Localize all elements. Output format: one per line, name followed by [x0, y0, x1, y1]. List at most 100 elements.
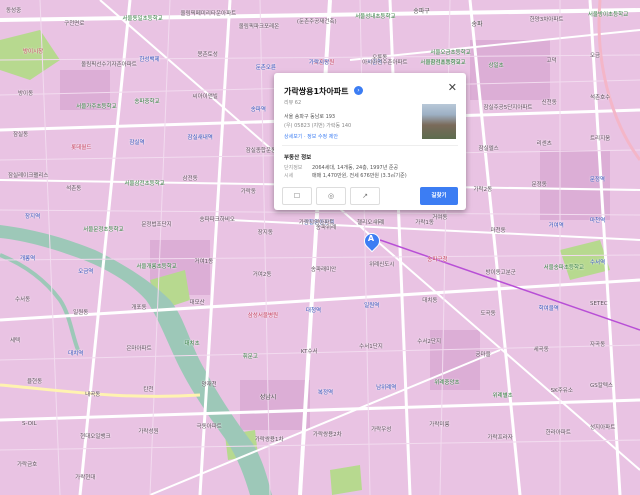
map-label[interactable]: 문정법조단지 — [141, 222, 171, 228]
map-label[interactable]: 장지역 — [25, 214, 40, 220]
map-label[interactable]: 잠실동 — [13, 132, 28, 138]
roadview-icon[interactable]: ◎ — [316, 187, 346, 205]
map-label[interactable]: SETEC — [590, 301, 608, 307]
map-label[interactable]: 위례 — [374, 220, 384, 226]
map-label[interactable]: 씨아이앤빌 — [193, 94, 218, 100]
place-title[interactable]: 가락쌍용1차아파트 — [284, 86, 348, 97]
map-label[interactable]: 서울성내초등학교 — [355, 14, 395, 20]
map-label[interactable]: S-OIL — [22, 421, 37, 427]
map-label[interactable]: 수서동 — [15, 297, 30, 303]
bookmark-icon[interactable]: ☐ — [282, 187, 312, 205]
map-label[interactable]: 석촌호수 — [590, 95, 610, 101]
map-label[interactable]: 방이동고분군 — [485, 270, 515, 276]
map-label[interactable]: 가락프라자 — [487, 435, 512, 441]
map-label[interactable]: 잠실레이크팰리스 — [8, 173, 48, 179]
map-label[interactable]: 잠실엘스 — [478, 146, 498, 152]
map-label[interactable]: 방이시장 — [23, 49, 43, 55]
map-label[interactable]: 수서1단지 — [359, 344, 383, 350]
map-label[interactable]: 거여2동 — [253, 272, 272, 278]
map-label[interactable]: 수서2단지 — [417, 339, 441, 345]
map-label[interactable]: 상일초 — [488, 63, 503, 69]
map-label[interactable]: 신천동 — [542, 100, 557, 106]
map-label[interactable]: 가락동 — [241, 189, 256, 195]
map-label[interactable]: 휘문고 — [243, 354, 258, 360]
map-label[interactable]: 세텍 — [10, 338, 20, 344]
map-label[interactable]: 잠실새내역 — [188, 135, 213, 141]
map-label[interactable]: 한양3차아파트 — [530, 17, 564, 23]
map-label[interactable]: 동성중 — [6, 8, 21, 14]
detail-links[interactable]: 상세보기 · 정보 수정 제안 — [284, 133, 338, 140]
map-label[interactable]: 성지아파트 — [590, 425, 615, 431]
map-label[interactable]: 극동아파트 — [197, 424, 222, 430]
map-label[interactable]: 트리지움 — [590, 136, 610, 142]
map-label[interactable]: 대청역 — [306, 308, 321, 314]
map-label[interactable]: 석촌동 — [66, 186, 81, 192]
map-label[interactable]: 서울문정초등학교 — [83, 227, 123, 233]
map-label[interactable]: 가락금호 — [17, 462, 37, 468]
arrow-right-icon[interactable]: › — [354, 86, 363, 95]
map-label[interactable]: 서울개롱초등학교 — [136, 264, 176, 270]
map-label[interactable]: 은마아파트 — [126, 346, 151, 352]
map-label[interactable]: 리센츠 — [537, 141, 552, 147]
map-label[interactable]: 방이동 — [18, 91, 33, 97]
map-label[interactable]: KT수서 — [301, 349, 318, 355]
map-label[interactable]: 학여울역 — [539, 306, 559, 312]
map-label[interactable]: 대치역 — [68, 351, 83, 357]
map-label[interactable]: 개포동 — [131, 305, 146, 311]
map-label[interactable]: 양재천 — [202, 382, 217, 388]
map-label[interactable]: 송파역 — [251, 107, 266, 113]
map-label[interactable]: (둔촌주공재건축) — [297, 19, 337, 25]
map-label[interactable]: 서울잠전초등학교 — [420, 60, 460, 66]
map-label[interactable]: 올림픽페미리타운아파트 — [181, 11, 237, 17]
map-label[interactable]: 삼전동 — [183, 176, 198, 182]
map-label[interactable]: 송파구청 — [427, 257, 447, 263]
map-label[interactable]: 복정역 — [318, 390, 333, 396]
map-label[interactable]: 율현동 — [27, 379, 42, 385]
map-label[interactable]: 서울동일초등학교 — [122, 16, 162, 22]
map-label[interactable]: 오금역 — [78, 269, 93, 275]
map-label[interactable]: 구천면로 — [64, 21, 84, 27]
map-label[interactable]: 도곡동 — [480, 311, 495, 317]
map-label[interactable]: 개롱역 — [20, 256, 35, 262]
map-label[interactable]: 가락2동 — [473, 187, 492, 193]
map-label[interactable]: 가락쌍용2차 — [313, 432, 342, 438]
map-label[interactable]: 서울방이초등학교 — [588, 12, 628, 18]
map-label[interactable]: 수서역 — [590, 260, 605, 266]
map-label[interactable]: 송파래미안 — [311, 267, 336, 273]
share-icon[interactable]: ↗ — [350, 187, 380, 205]
map-label[interactable]: 일원동 — [73, 310, 88, 316]
map-label[interactable]: 남위례역 — [376, 385, 396, 391]
map-label[interactable]: 가락성원 — [138, 429, 158, 435]
map-label[interactable]: 삼성서울병원 — [248, 313, 278, 319]
map-label[interactable]: 마천역 — [590, 218, 605, 224]
map-label[interactable]: 오금 — [590, 53, 600, 59]
map-label[interactable]: 한라아파트 — [546, 430, 571, 436]
map-label[interactable]: 잠실주공5단지아파트 — [483, 105, 532, 111]
map-label[interactable]: 서울삼전초등학교 — [124, 181, 164, 187]
map-label[interactable]: 내곡동 — [85, 392, 100, 398]
map-label[interactable]: 아시아선수촌아파트 — [362, 60, 408, 66]
route-button[interactable]: 길찾기 — [420, 187, 458, 205]
map-label[interactable]: 문정역 — [590, 177, 605, 183]
map-label[interactable]: 위례신도시 — [369, 262, 394, 268]
map-label[interactable]: 고덕 — [547, 58, 557, 64]
map-label[interactable]: 가락쌍용1차 — [255, 437, 284, 443]
map-label[interactable]: 올림픽파크포레온 — [239, 24, 279, 30]
map-label[interactable]: 성남시 — [260, 395, 277, 401]
map-label[interactable]: 가락현대 — [75, 475, 95, 481]
map-label[interactable]: 일원역 — [364, 303, 379, 309]
map-label[interactable]: 서울송파초등학교 — [544, 265, 584, 271]
map-label[interactable]: 대치초 — [185, 341, 200, 347]
map-label[interactable]: 위례별초 — [492, 393, 512, 399]
map-label[interactable]: 현대오일뱅크 — [80, 434, 110, 440]
review-count[interactable]: 리뷰 62 — [284, 99, 301, 106]
map-label[interactable]: 잠실역 — [129, 140, 144, 146]
map-label[interactable]: 대치동 — [422, 298, 437, 304]
map-label[interactable]: 장지동 — [258, 230, 273, 236]
map-label[interactable]: 송파파크하비오 — [200, 217, 235, 223]
map-label[interactable]: 탄천 — [143, 387, 153, 393]
map-label[interactable]: 자곡동 — [590, 342, 605, 348]
map-label[interactable]: 세곡동 — [534, 347, 549, 353]
map-label[interactable]: 한성백제 — [139, 57, 159, 63]
map-label[interactable]: 송파위례 — [316, 225, 336, 231]
